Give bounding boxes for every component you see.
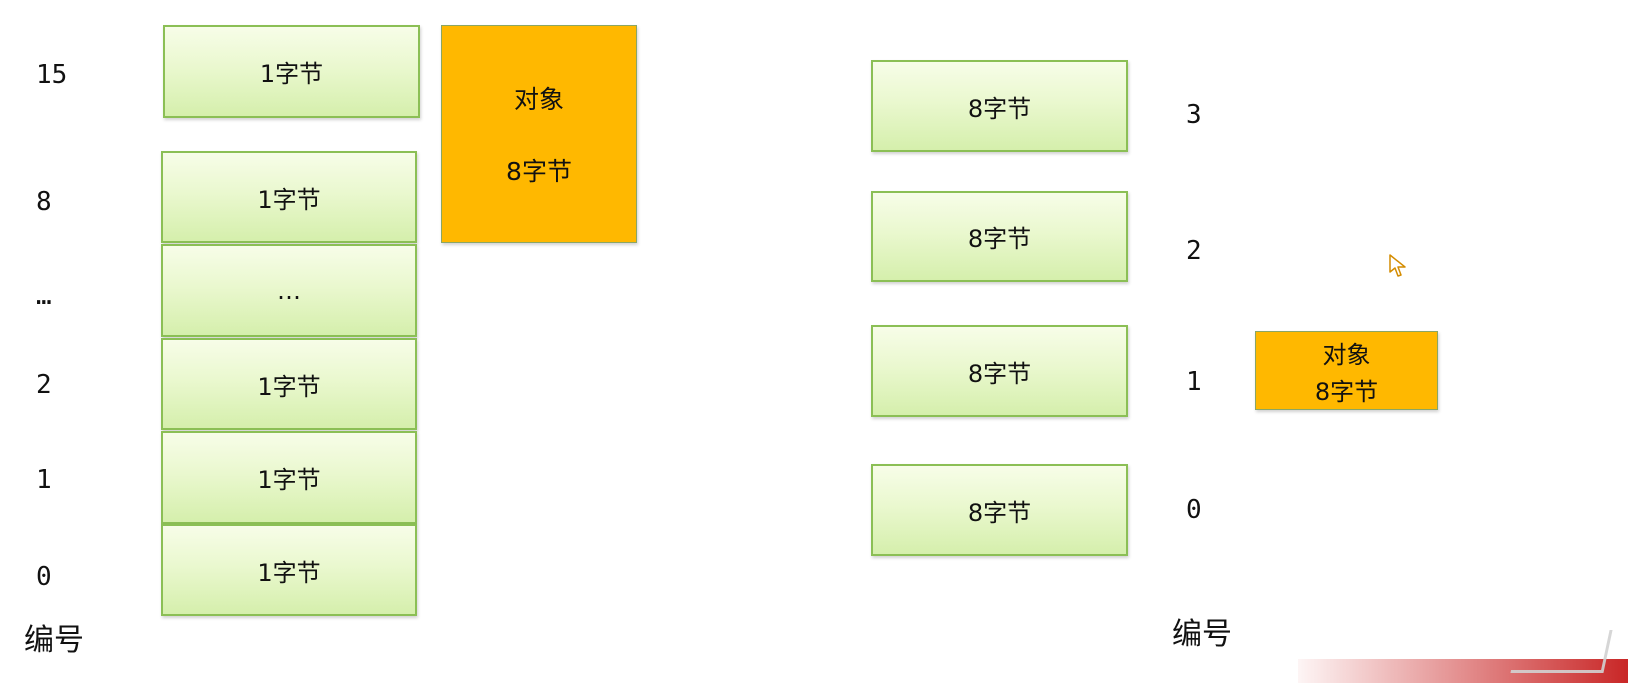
right-object-size: 8字节	[1314, 377, 1379, 406]
left-label-ellipsis: …	[36, 281, 52, 311]
left-object-size: 8字节	[506, 157, 572, 186]
mouse-pointer-icon	[1389, 254, 1406, 277]
right-caption: 编号	[1172, 617, 1232, 652]
left-label-1: 1	[36, 465, 52, 495]
left-label-2: 2	[36, 370, 52, 400]
watermark-logo	[1298, 625, 1628, 683]
right-label-3: 3	[1186, 100, 1202, 130]
left-cell-15: 1字节	[163, 25, 420, 118]
left-label-15: 15	[36, 60, 68, 90]
right-cell-3: 8字节	[871, 60, 1128, 152]
left-cell-8: 1字节	[161, 151, 417, 243]
right-cell-1: 8字节	[871, 325, 1128, 417]
left-object-block: 对象 8字节	[441, 25, 637, 243]
right-cell-3-label: 8字节	[967, 94, 1032, 123]
left-cell-1-label: 1字节	[257, 466, 321, 494]
right-label-0: 0	[1186, 495, 1202, 525]
left-cell-0: 1字节	[161, 524, 417, 616]
left-cell-2-label: 1字节	[257, 372, 321, 401]
right-object-title: 对象	[1322, 340, 1371, 369]
left-cell-15-label: 1字节	[259, 60, 324, 88]
right-cell-1-label: 8字节	[967, 359, 1032, 388]
left-cell-2: 1字节	[161, 338, 417, 430]
left-label-0: 0	[36, 562, 52, 592]
left-object-title: 对象	[513, 85, 564, 114]
right-cell-0-label: 8字节	[967, 498, 1032, 527]
right-label-2: 2	[1186, 236, 1202, 266]
right-cell-2: 8字节	[871, 191, 1128, 282]
right-cell-0: 8字节	[871, 464, 1128, 556]
left-label-8: 8	[36, 187, 52, 217]
right-cell-2-label: 8字节	[967, 225, 1032, 253]
left-cell-0-label: 1字节	[257, 558, 321, 587]
left-cell-1: 1字节	[161, 431, 417, 524]
left-cell-ellipsis-label: …	[277, 276, 301, 305]
left-cell-8-label: 1字节	[257, 185, 321, 214]
left-cell-ellipsis: …	[161, 244, 417, 337]
right-label-1: 1	[1186, 367, 1202, 397]
memory-layout-diagram: 15 8 … 2 1 0 编号 1字节 1字节 … 1字节 1字节 1字节 对象…	[0, 0, 1628, 683]
left-caption: 编号	[24, 623, 84, 658]
right-object-block: 对象 8字节	[1255, 331, 1438, 410]
watermark-stroke	[1510, 630, 1613, 673]
